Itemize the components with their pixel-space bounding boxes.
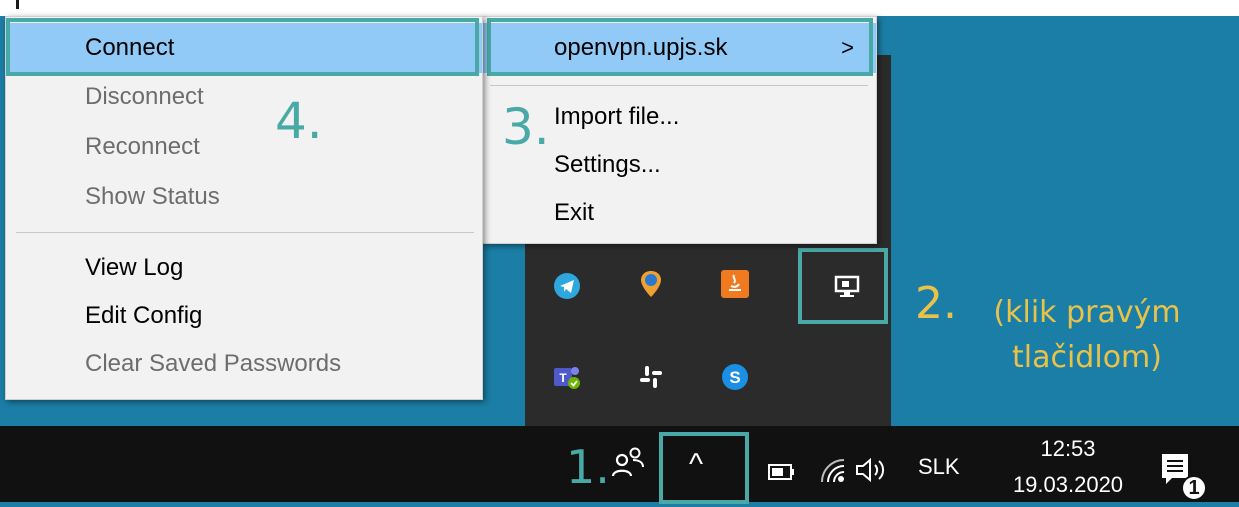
location-icon[interactable] — [635, 268, 667, 300]
java-icon[interactable] — [719, 268, 751, 300]
wifi-icon[interactable] — [818, 456, 848, 486]
menu-separator — [490, 85, 868, 86]
menu-item-label: Reconnect — [85, 133, 200, 160]
slack-icon[interactable] — [635, 361, 667, 393]
step-3-label: 3. — [502, 98, 550, 156]
show-hidden-icons-button[interactable]: ^ — [659, 432, 749, 504]
openvpn-icon-highlight — [798, 248, 888, 324]
notification-center-button[interactable]: 1 — [1158, 448, 1218, 502]
language-indicator[interactable]: SLK — [918, 454, 960, 480]
telegram-icon[interactable] — [551, 270, 583, 302]
menu-item-label: Show Status — [85, 183, 220, 210]
menu-item-label: View Log — [85, 254, 184, 281]
menu-item-exit[interactable]: Exit — [482, 189, 876, 237]
notification-count: 1 — [1188, 477, 1200, 499]
menu-item-clear-saved-passwords: Clear Saved Passwords — [6, 340, 482, 388]
skype-icon[interactable]: S — [719, 361, 751, 393]
svg-text:T: T — [559, 371, 567, 385]
teams-icon[interactable]: T — [551, 361, 583, 393]
step-1-label: 1. — [566, 440, 610, 494]
menu-item-label: Disconnect — [85, 83, 204, 110]
clock-date[interactable]: 19.03.2020 — [1003, 472, 1133, 498]
menu-item-label: Import file... — [554, 103, 680, 130]
taskbar: 1. ^ SLK 12:53 19.03.2020 1 — [0, 426, 1239, 504]
menu-item-disconnect: Disconnect — [6, 73, 482, 121]
menu-item-label: Clear Saved Passwords — [85, 350, 342, 377]
top-strip — [0, 0, 1239, 16]
svg-text:S: S — [729, 368, 740, 387]
menu-item-label: Exit — [554, 199, 595, 226]
connect-item-highlight — [6, 18, 479, 76]
chevron-up-icon: ^ — [689, 448, 704, 481]
battery-icon[interactable] — [768, 462, 796, 482]
text-fragment — [16, 0, 19, 9]
menu-item-view-log[interactable]: View Log — [6, 244, 482, 292]
clock-time[interactable]: 12:53 — [1018, 436, 1118, 462]
menu-item-reconnect: Reconnect — [6, 123, 482, 171]
step-4-label: 4. — [275, 92, 323, 150]
menu-separator — [16, 232, 474, 233]
menu-item-edit-config[interactable]: Edit Config — [6, 292, 482, 340]
server-item-highlight — [487, 18, 873, 76]
people-icon[interactable] — [610, 442, 646, 482]
step-2-label: 2. — [915, 278, 957, 329]
menu-item-label: Settings... — [554, 151, 661, 178]
volume-icon[interactable] — [854, 456, 890, 484]
step-2-note: (klik pravým tlačidlom) — [993, 295, 1181, 375]
menu-item-label: Edit Config — [85, 302, 203, 329]
menu-item-show-status: Show Status — [6, 173, 482, 221]
